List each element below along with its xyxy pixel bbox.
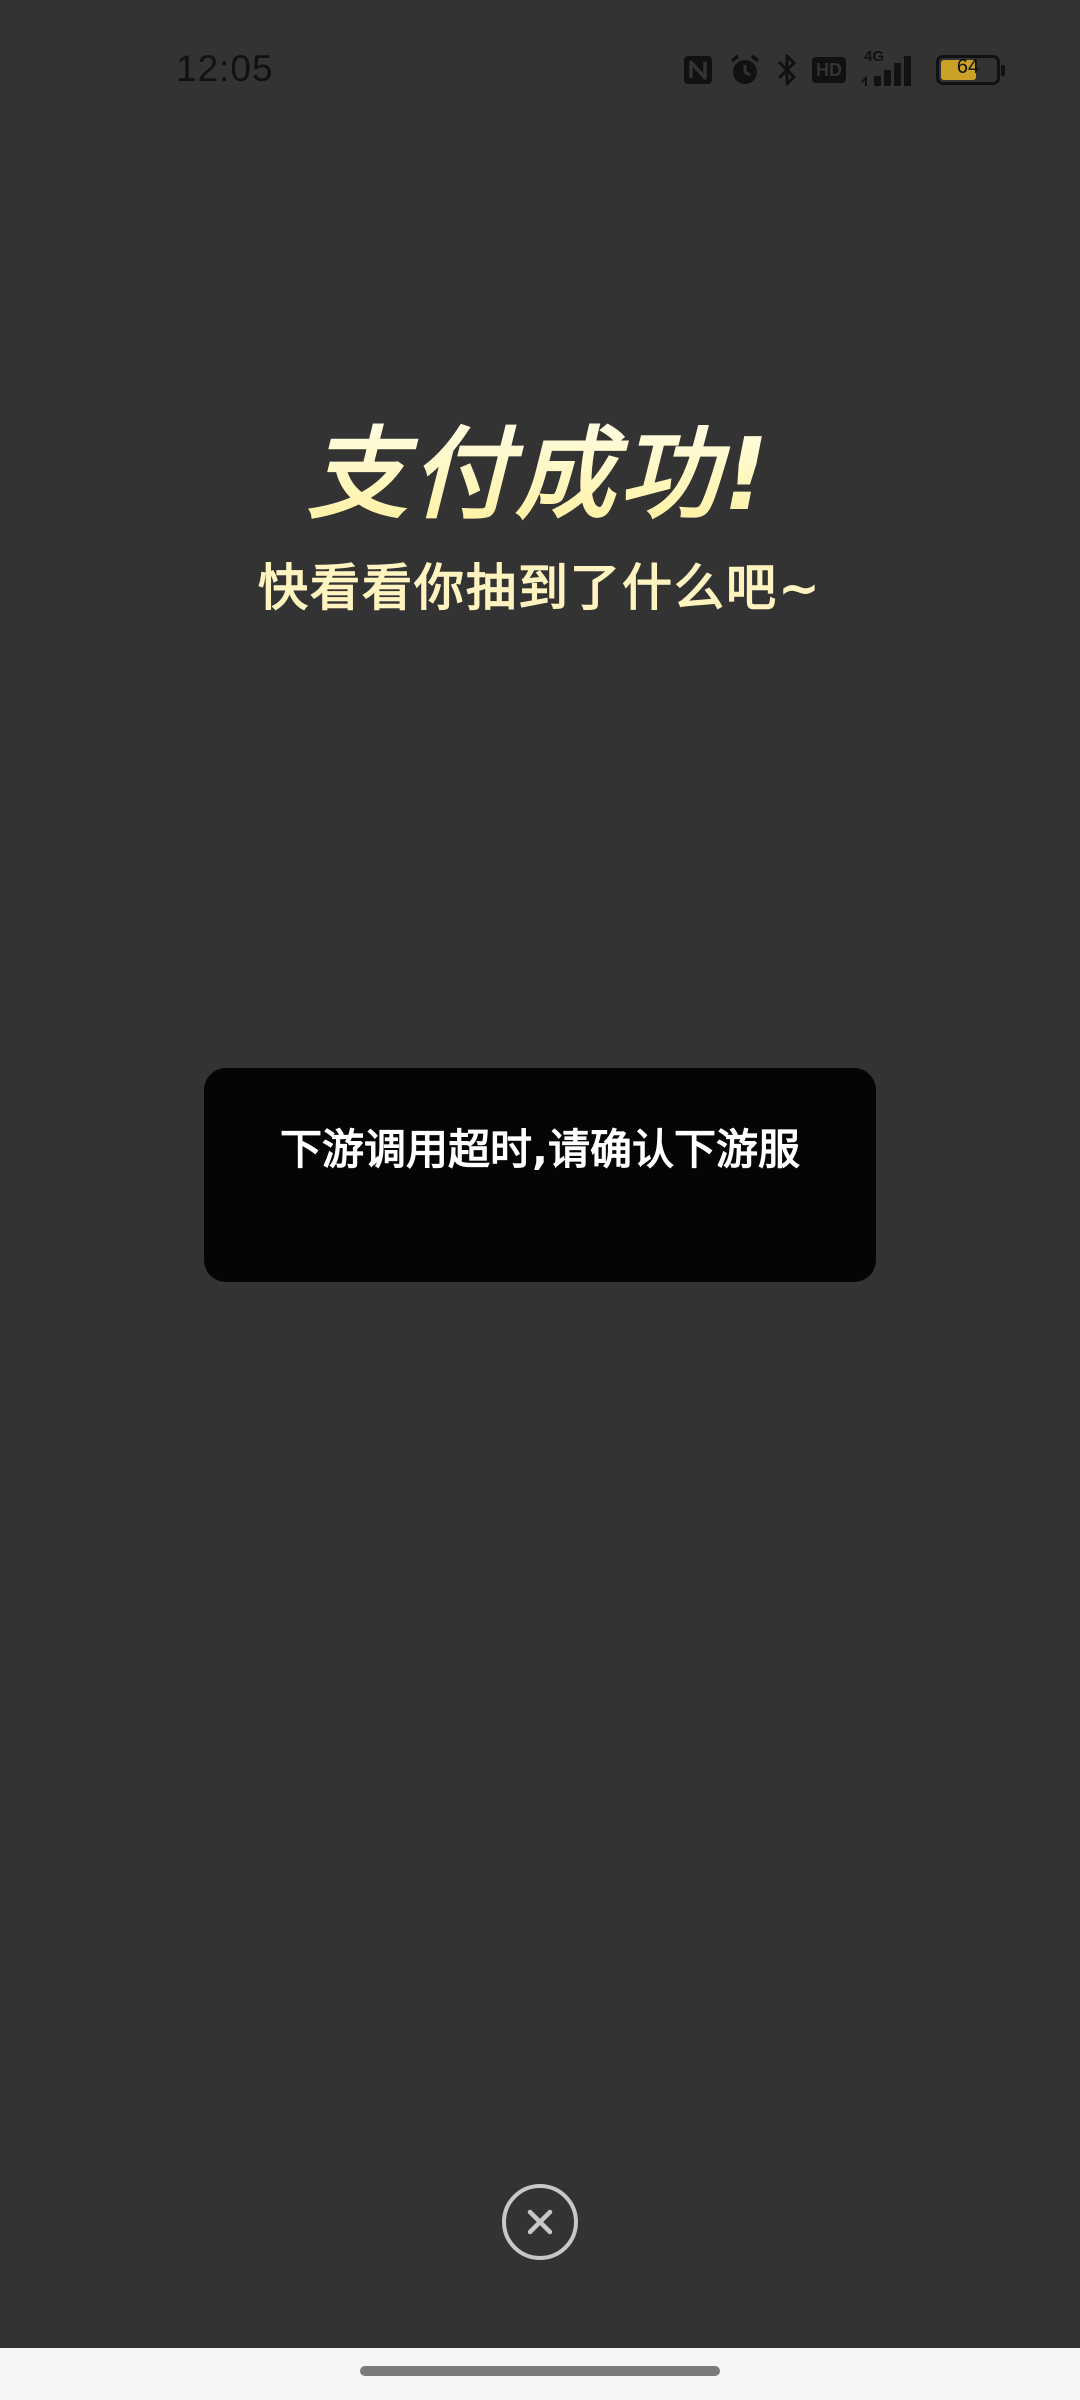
error-toast: 下游调用超时,请确认下游服	[204, 1068, 876, 1282]
status-icons: HD 4G 64	[682, 48, 1005, 90]
battery-level: 64	[956, 56, 980, 78]
gesture-nav-bar	[0, 2348, 1080, 2400]
signal-4g-icon: 4G	[860, 48, 918, 88]
screen: 12:05 HD 4G 64 支付成功! 快看看你抽到了什么吧~ 下游调用超时,…	[0, 0, 1080, 2400]
payment-success-subtitle: 快看看你抽到了什么吧~	[258, 559, 822, 617]
status-bar: 12:05 HD 4G 64	[0, 0, 1080, 140]
alarm-icon	[730, 54, 760, 84]
payment-success-title: 支付成功!	[0, 420, 1080, 530]
battery-icon: 64	[936, 55, 1005, 85]
bluetooth-icon	[777, 54, 796, 86]
status-time: 12:05	[176, 48, 274, 89]
close-button[interactable]	[502, 2184, 578, 2260]
close-icon	[527, 2209, 553, 2235]
toast-message: 下游调用超时,请确认下游服	[280, 1125, 800, 1174]
battery-cap	[1001, 65, 1005, 76]
hd-icon: HD	[812, 57, 846, 83]
nfc-icon	[684, 56, 712, 84]
home-indicator[interactable]	[360, 2366, 720, 2376]
